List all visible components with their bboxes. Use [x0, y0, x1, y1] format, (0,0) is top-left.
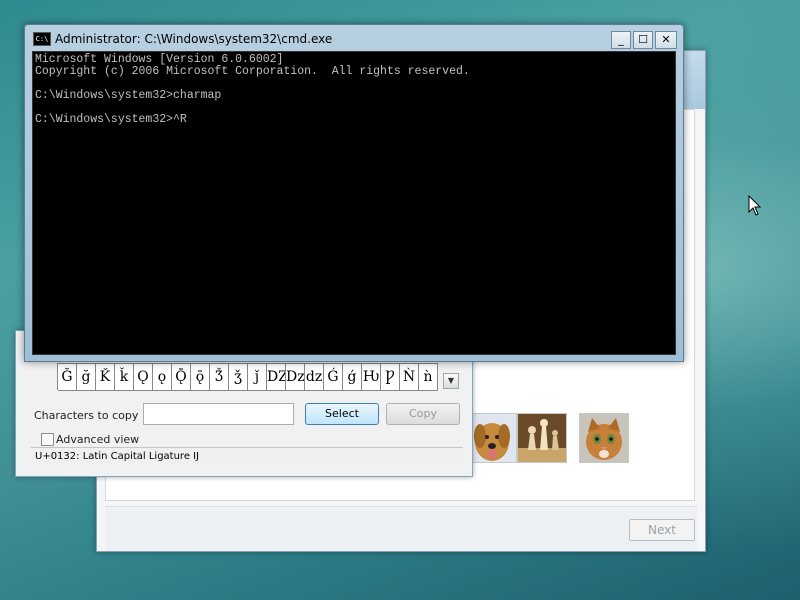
status-bar: U+0132: Latin Capital Ligature Ĳ: [31, 447, 463, 465]
character-grid[interactable]: Ğ ğ Ǩ ǩ Ǫ ǫ Ǭ ǭ Ǯ ǯ ǰ Ǳ ǲ ǳ Ǵ ǵ Ƕ Ƿ Ǹ ǹ: [57, 363, 438, 391]
char-cell[interactable]: ǲ: [286, 364, 305, 391]
char-cell[interactable]: ǫ: [153, 364, 172, 391]
console-line: C:\Windows\system32>^R: [35, 113, 187, 126]
char-cell[interactable]: ğ: [77, 364, 96, 391]
window-title: Administrator: C:\Windows\system32\cmd.e…: [55, 32, 333, 46]
mouse-cursor-icon: [748, 195, 762, 216]
console-output[interactable]: Microsoft Windows [Version 6.0.6002] Cop…: [32, 51, 676, 355]
chars-to-copy-label: Characters to copy: [34, 409, 139, 422]
window-controls: _ ☐ ✕: [611, 31, 677, 49]
command-prompt-window: C:\ Administrator: C:\Windows\system32\c…: [24, 24, 684, 362]
char-cell[interactable]: Ƿ: [381, 364, 400, 391]
char-cell[interactable]: ǯ: [229, 364, 248, 391]
console-line: C:\Windows\system32>charmap: [35, 89, 222, 102]
char-cell[interactable]: Ğ: [58, 364, 77, 391]
title-bar[interactable]: C:\ Administrator: C:\Windows\system32\c…: [33, 32, 332, 46]
char-cell[interactable]: ǹ: [419, 364, 438, 391]
advanced-view-label: Advanced view: [56, 433, 140, 446]
select-button[interactable]: Select: [305, 403, 379, 425]
dog-picture[interactable]: [467, 413, 517, 463]
console-line: Copyright (c) 2006 Microsoft Corporation…: [35, 65, 470, 78]
maximize-button[interactable]: ☐: [633, 31, 653, 49]
grid-scroll-down-button[interactable]: ▼: [443, 373, 459, 389]
copy-button[interactable]: Copy: [386, 403, 460, 425]
kitten-picture[interactable]: [579, 413, 629, 463]
char-cell[interactable]: Ǵ: [324, 364, 343, 391]
console-icon: C:\: [33, 32, 51, 46]
next-button[interactable]: Next: [629, 519, 695, 541]
char-cell[interactable]: ǳ: [305, 364, 324, 391]
char-cell[interactable]: Ǩ: [96, 364, 115, 391]
char-cell[interactable]: ǰ: [248, 364, 267, 391]
chess-picture[interactable]: [517, 413, 567, 463]
char-cell[interactable]: Ǳ: [267, 364, 286, 391]
advanced-view-checkbox[interactable]: [41, 433, 54, 446]
close-button[interactable]: ✕: [655, 31, 677, 49]
char-cell[interactable]: Ǯ: [210, 364, 229, 391]
char-cell[interactable]: Ǫ: [134, 364, 153, 391]
char-cell[interactable]: ǩ: [115, 364, 134, 391]
char-cell[interactable]: Ǹ: [400, 364, 419, 391]
minimize-button[interactable]: _: [611, 31, 631, 49]
char-cell[interactable]: ǭ: [191, 364, 210, 391]
char-cell[interactable]: Ǭ: [172, 364, 191, 391]
char-cell[interactable]: Ƕ: [362, 364, 381, 391]
char-cell[interactable]: ǵ: [343, 364, 362, 391]
chars-to-copy-input[interactable]: [143, 403, 294, 425]
wizard-footer: Next: [105, 506, 697, 551]
